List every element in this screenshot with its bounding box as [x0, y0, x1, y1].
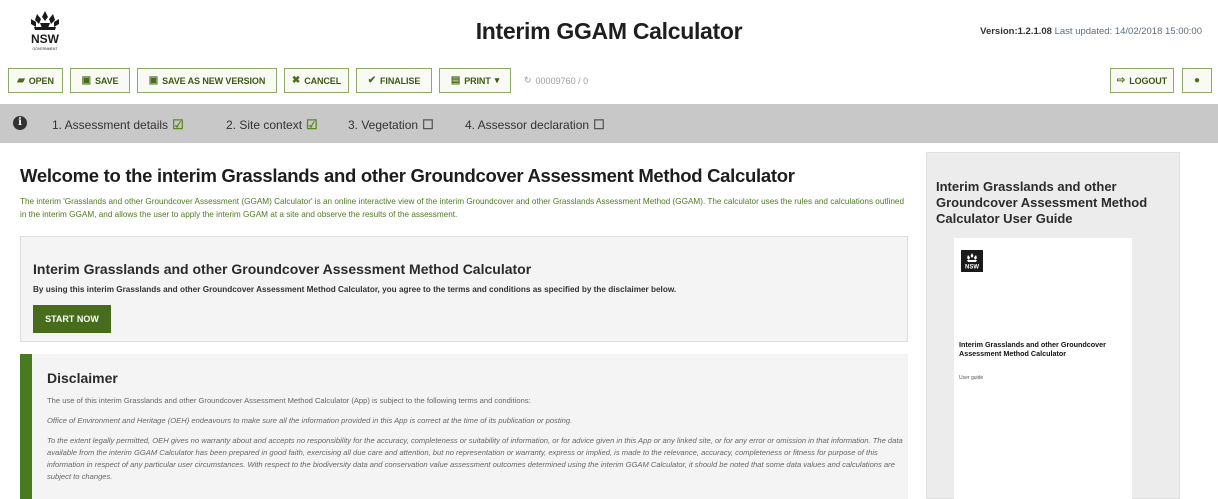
step-site-context[interactable]: 2. Site context ☑ — [226, 117, 318, 133]
step-label: 2. Site context — [226, 118, 303, 132]
user-guide-panel: Interim Grasslands and other Groundcover… — [926, 152, 1180, 499]
print-dropdown-button[interactable]: ▤ PRINT ▾ — [439, 68, 511, 93]
welcome-text: The interim 'Grasslands and other Ground… — [20, 197, 904, 219]
start-panel: Interim Grasslands and other Groundcover… — [20, 236, 908, 342]
save-button[interactable]: ▣ SAVE — [70, 68, 130, 93]
folder-icon: ▰ — [17, 75, 25, 86]
user-guide-doc-title: Interim Grasslands and other Groundcover… — [959, 340, 1106, 358]
info-icon[interactable]: i — [13, 116, 27, 130]
disclaimer-title: Disclaimer — [47, 370, 118, 386]
last-updated: Last updated: 14/02/2018 15:00:00 — [1054, 26, 1202, 37]
check-done-icon: ☑ — [172, 117, 184, 132]
welcome-title: Welcome to the interim Grasslands and ot… — [20, 165, 795, 186]
start-now-button[interactable]: START NOW — [33, 305, 111, 333]
user-guide-doc-subtitle: User guide — [959, 375, 984, 381]
print-label: PRINT — [464, 75, 491, 86]
refresh-icon: ↻ — [524, 75, 532, 85]
floppy-icon: ▣ — [148, 75, 159, 86]
step-label: 4. Assessor declaration — [465, 118, 590, 132]
finalise-label: FINALISE — [380, 75, 421, 86]
open-button[interactable]: ▰ OPEN — [8, 68, 63, 93]
disclaimer-paragraph: The use of this interim Grasslands and o… — [47, 396, 531, 405]
svg-text:NSW: NSW — [965, 265, 979, 271]
save-as-new-version-button[interactable]: ▣ SAVE AS NEW VERSION — [137, 68, 277, 93]
welcome-section: Welcome to the interim Grasslands and ot… — [20, 165, 910, 221]
logout-button[interactable]: ⇨ LOGOUT — [1110, 68, 1174, 93]
step-label: 1. Assessment details — [52, 118, 169, 132]
step-label: 3. Vegetation — [348, 118, 419, 132]
step-vegetation[interactable]: 3. Vegetation ☐ — [348, 117, 434, 133]
start-title: Interim Grasslands and other Groundcover… — [33, 261, 532, 277]
steps-bar: i 1. Assessment details ☑ 2. Site contex… — [0, 104, 1218, 143]
svg-text:GOVERNMENT: GOVERNMENT — [32, 47, 58, 51]
toolbar: ▰ OPEN ▣ SAVE ▣ SAVE AS NEW VERSION ✖ CA… — [0, 62, 1218, 100]
user-guide-document[interactable]: NSW Interim Grasslands and other Groundc… — [954, 238, 1132, 499]
step-assessment-details[interactable]: 1. Assessment details ☑ — [52, 117, 184, 133]
disclaimer-paragraph: To the extent legally permitted, OEH giv… — [47, 436, 903, 481]
floppy-icon: ▣ — [81, 75, 91, 86]
version-number: Version:1.2.1.08 — [980, 26, 1052, 37]
chevron-down-icon: ▾ — [494, 75, 500, 85]
logout-label: LOGOUT — [1129, 75, 1168, 86]
open-label: OPEN — [28, 75, 54, 86]
start-text: By using this interim Grasslands and oth… — [33, 285, 677, 294]
assessment-id: ↻ 00009760 / 0 — [524, 75, 588, 86]
version-info: Version:1.2.1.08 Last updated: 14/02/201… — [980, 26, 1202, 37]
app-header: NSW GOVERNMENT Interim GGAM Calculator V… — [0, 0, 1218, 58]
user-icon: ● — [1194, 75, 1200, 86]
finalise-button[interactable]: ✔ FINALISE — [356, 68, 432, 93]
step-assessor-declaration[interactable]: 4. Assessor declaration ☐ — [465, 117, 605, 133]
save-label: SAVE — [94, 75, 119, 86]
printer-icon: ▤ — [450, 75, 461, 86]
user-guide-title: Interim Grasslands and other Groundcover… — [936, 179, 1148, 226]
nsw-logo-icon: NSW — [961, 250, 983, 272]
check-done-icon: ☑ — [306, 117, 318, 132]
edit-check-icon: ☐ — [593, 117, 605, 132]
logout-icon: ⇨ — [1116, 75, 1126, 86]
close-icon: ✖ — [291, 75, 301, 86]
assessment-id-value: 00009760 / 0 — [535, 75, 589, 86]
user-button[interactable]: ● — [1182, 68, 1212, 93]
check-icon: ✔ — [367, 75, 377, 86]
edit-check-icon: ☐ — [422, 117, 434, 132]
save-as-new-version-label: SAVE AS NEW VERSION — [162, 75, 266, 86]
disclaimer-paragraph: Office of Environment and Heritage (OEH)… — [47, 416, 573, 425]
cancel-label: CANCEL — [304, 75, 342, 86]
cancel-button[interactable]: ✖ CANCEL — [284, 68, 349, 93]
disclaimer-panel: Disclaimer The use of this interim Grass… — [20, 354, 908, 499]
